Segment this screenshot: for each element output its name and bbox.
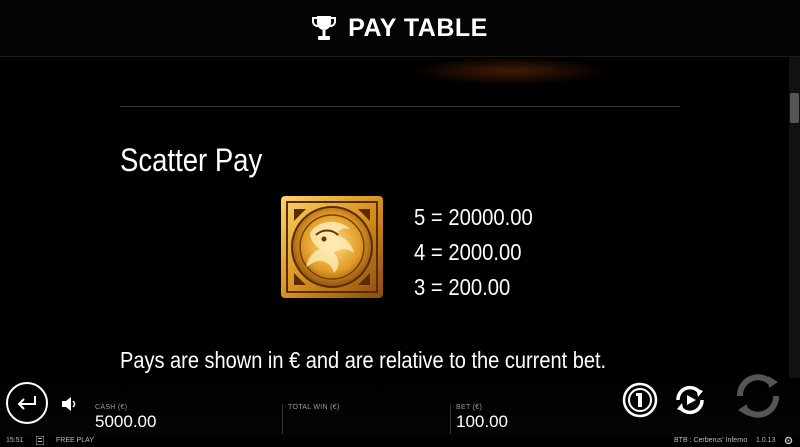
autoplay-button[interactable] bbox=[672, 382, 708, 418]
cash-label: CASH (€) bbox=[95, 404, 128, 411]
back-button[interactable] bbox=[6, 382, 48, 424]
bet-label: BET (€) bbox=[456, 404, 483, 411]
page-title: PAY TABLE bbox=[348, 13, 488, 42]
speaker-icon[interactable] bbox=[60, 395, 78, 413]
bet-meter: BET (€) 100.00 bbox=[456, 404, 508, 432]
game-name: BTB : Cerberus' Inferno bbox=[674, 437, 748, 444]
settings-gear-icon[interactable] bbox=[784, 436, 793, 447]
section-divider bbox=[120, 106, 680, 107]
meter-divider bbox=[450, 404, 451, 434]
status-bar: 15:51 FREE PLAY BTB : Cerberus' Inferno … bbox=[0, 435, 800, 447]
scatter-payouts: 5 = 20000.00 4 = 2000.00 3 = 200.00 bbox=[414, 200, 533, 305]
cash-meter: CASH (€) 5000.00 bbox=[95, 404, 156, 432]
total-win-label: TOTAL WIN (€) bbox=[288, 404, 340, 411]
cash-value: 5000.00 bbox=[95, 412, 157, 431]
header-bar: PAY TABLE bbox=[0, 0, 800, 57]
scatter-pay-heading: Scatter Pay bbox=[120, 142, 263, 178]
bet-value: 100.00 bbox=[456, 412, 508, 431]
payout-5: 5 = 20000.00 bbox=[414, 204, 533, 230]
game-version: 1.0.13 bbox=[756, 437, 776, 444]
total-win-meter: TOTAL WIN (€) bbox=[288, 404, 340, 412]
meter-divider bbox=[282, 404, 283, 434]
currency-note: Pays are shown in € and are relative to … bbox=[120, 347, 607, 373]
play-mode: FREE PLAY bbox=[56, 437, 94, 444]
cerberus-scatter-symbol bbox=[281, 196, 383, 298]
background-glow bbox=[410, 57, 610, 85]
paytable-content[interactable]: Scatter Pay 5 = 20000.00 4 = 2000.00 3 =… bbox=[0, 57, 788, 387]
payout-3: 3 = 200.00 bbox=[414, 274, 511, 300]
spin-button[interactable] bbox=[732, 370, 784, 422]
footer-bar: CASH (€) 5000.00 TOTAL WIN (€) BET (€) 1… bbox=[0, 374, 800, 436]
scrollbar-thumb[interactable] bbox=[790, 93, 799, 123]
return-arrow-icon bbox=[17, 396, 36, 410]
bet-settings-button[interactable] bbox=[622, 382, 658, 418]
clock: 15:51 bbox=[6, 437, 24, 444]
scrollbar[interactable] bbox=[789, 57, 800, 387]
trophy-icon bbox=[312, 16, 337, 40]
menu-icon[interactable] bbox=[35, 435, 45, 447]
payout-4: 4 = 2000.00 bbox=[414, 239, 522, 265]
